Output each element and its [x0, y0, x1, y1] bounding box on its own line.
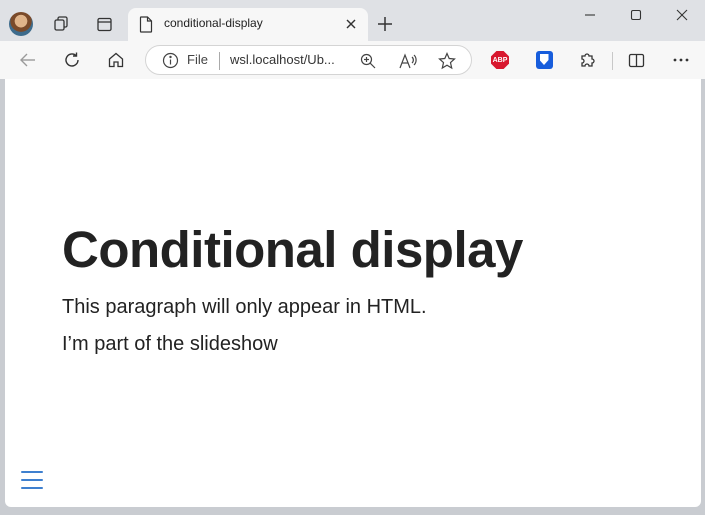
- paragraph-html-only: This paragraph will only appear in HTML.: [62, 296, 427, 318]
- zoom-in-icon: [360, 53, 376, 69]
- paragraph-slideshow: I’m part of the slideshow: [62, 333, 278, 355]
- bitwarden-extension[interactable]: [533, 50, 555, 70]
- address-url[interactable]: wsl.localhost/Ub...: [230, 52, 335, 67]
- split-screen-icon: [628, 53, 644, 67]
- maximize-icon: [630, 9, 642, 21]
- address-separator: [219, 52, 220, 70]
- window-bottom-edge: [0, 507, 705, 515]
- adblock-extension[interactable]: ABP: [489, 50, 511, 70]
- maximize-button[interactable]: [623, 4, 649, 26]
- star-icon: [438, 52, 456, 70]
- close-window-icon: [676, 9, 688, 21]
- home-icon: [108, 52, 124, 68]
- page-title: Conditional display: [62, 221, 523, 278]
- favorite-button[interactable]: [437, 51, 457, 71]
- hamburger-menu-icon[interactable]: [21, 470, 43, 490]
- menu-line: [21, 479, 43, 481]
- arrow-left-icon: [20, 53, 35, 67]
- address-bar[interactable]: File wsl.localhost/Ub...: [145, 45, 472, 75]
- menu-line: [21, 487, 43, 489]
- split-screen-button[interactable]: [625, 50, 647, 70]
- refresh-icon: [65, 52, 79, 67]
- bitwarden-shield-icon: [535, 51, 553, 69]
- home-button[interactable]: [103, 48, 129, 72]
- settings-menu-button[interactable]: [670, 50, 692, 70]
- back-button[interactable]: [15, 48, 41, 72]
- minimize-icon: [585, 14, 595, 16]
- workspaces-icon[interactable]: [50, 12, 74, 36]
- adblock-icon: ABP: [491, 51, 509, 69]
- info-icon[interactable]: [162, 52, 179, 69]
- puzzle-piece-icon: [581, 53, 595, 67]
- browser-toolbar: File wsl.localhost/Ub... ABP: [0, 41, 705, 79]
- more-dots-icon: [673, 58, 689, 62]
- page-viewport: Conditional display This paragraph will …: [5, 79, 701, 507]
- minimize-button[interactable]: [577, 4, 603, 26]
- new-tab-icon[interactable]: [374, 13, 396, 35]
- read-aloud-button[interactable]: [398, 51, 418, 71]
- close-tab-icon[interactable]: [344, 16, 358, 32]
- toolbar-separator: [612, 52, 613, 70]
- menu-line: [21, 471, 43, 473]
- refresh-button[interactable]: [59, 48, 85, 72]
- profile-avatar[interactable]: [9, 12, 33, 36]
- title-bar: conditional-display: [0, 0, 705, 41]
- document-icon: [139, 16, 153, 33]
- active-tab[interactable]: conditional-display: [128, 8, 368, 41]
- zoom-button[interactable]: [358, 51, 378, 71]
- tab-actions-icon[interactable]: [92, 12, 116, 36]
- extensions-button[interactable]: [577, 50, 599, 70]
- address-scheme-label: File: [187, 52, 208, 67]
- read-aloud-icon: [399, 53, 417, 69]
- tab-title: conditional-display: [164, 16, 263, 30]
- close-window-button[interactable]: [669, 4, 695, 26]
